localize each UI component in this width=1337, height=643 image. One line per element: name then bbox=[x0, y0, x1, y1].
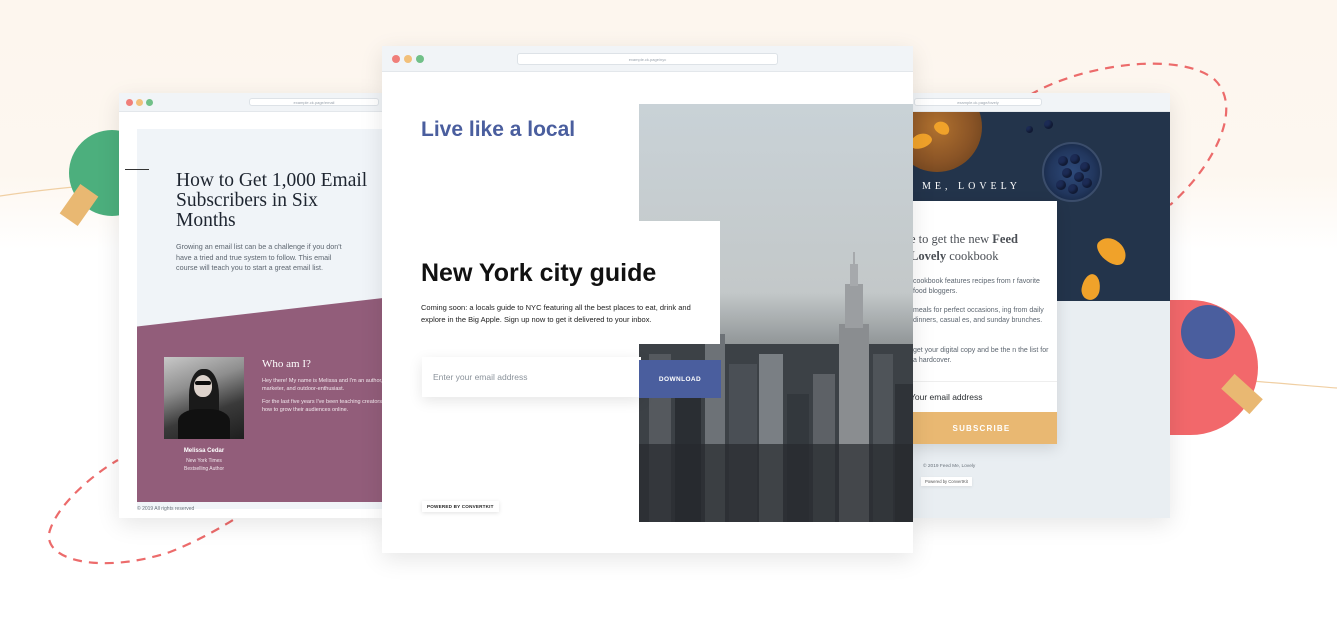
card-paragraph: meals for perfect occasions, ing from da… bbox=[913, 307, 1044, 324]
browser-window-nyc-guide: example.ck.page/nyc Live like a local Ne… bbox=[382, 46, 913, 553]
page-title: New York city guide bbox=[421, 259, 657, 287]
close-dot-icon bbox=[126, 99, 133, 106]
browser-titlebar: example.ck.page/nyc bbox=[382, 46, 913, 72]
email-field[interactable]: Enter your email address bbox=[422, 357, 641, 397]
email-field-placeholder: Your email address bbox=[910, 392, 983, 402]
address-bar[interactable]: example.ck.page/nyc bbox=[517, 53, 778, 65]
subscribe-button[interactable]: SUBSCRIBE bbox=[906, 412, 1057, 444]
address-bar[interactable]: example.ck.page/email bbox=[249, 98, 379, 106]
author-role: New York Times Bestselling Author bbox=[164, 457, 244, 473]
download-button[interactable]: DOWNLOAD bbox=[639, 360, 721, 398]
divider bbox=[125, 169, 149, 170]
orange-slice-image bbox=[1079, 272, 1103, 301]
browser-titlebar: example.ck.page/lovely bbox=[906, 93, 1170, 112]
author-role-line-2: Bestselling Author bbox=[183, 466, 225, 472]
brand-logo: ME, LOVELY bbox=[922, 181, 1021, 192]
maximize-dot-icon bbox=[146, 99, 153, 106]
course-description: Growing an email list can be a challenge… bbox=[176, 242, 342, 272]
browser-titlebar: example.ck.page/email bbox=[119, 93, 383, 112]
email-field-placeholder: Enter your email address bbox=[433, 372, 528, 382]
about-bio: Hey there! My name is Melissa and I'm an… bbox=[262, 377, 383, 414]
blueberry-bowl-image bbox=[1042, 142, 1102, 202]
powered-by-badge[interactable]: Powered by ConvertKit bbox=[921, 477, 972, 486]
orange-slice-image bbox=[1092, 232, 1132, 270]
author-name: Melissa Cedar bbox=[183, 448, 225, 454]
bio-paragraph: Hey there! My name is Melissa and I'm an… bbox=[262, 378, 383, 392]
powered-by-badge[interactable]: POWERED BY CONVERTKIT bbox=[422, 501, 499, 512]
author-role-line-1: New York Times bbox=[186, 458, 222, 464]
bio-paragraph: For the last five years I've been teachi… bbox=[262, 399, 382, 413]
page-description: Coming soon: a locals guide to NYC featu… bbox=[421, 303, 691, 324]
minimize-dot-icon bbox=[404, 55, 412, 63]
signup-card: e to get the new Feed Lovely cookbook coo… bbox=[906, 201, 1057, 444]
browser-window-email-course: example.ck.page/email How to Get 1,000 E… bbox=[119, 93, 383, 518]
card-heading: e to get the new Feed Lovely cookbook bbox=[910, 232, 1018, 263]
maximize-dot-icon bbox=[416, 55, 424, 63]
card-paragraph: get your digital copy and be the n the l… bbox=[913, 347, 1049, 364]
card-paragraph: cookbook features recipes from r favorit… bbox=[913, 278, 1040, 295]
author-photo bbox=[164, 357, 244, 439]
footer-copyright: © 2019 Feed Me, Lovely bbox=[923, 464, 976, 469]
course-title: How to Get 1,000 Email Subscribers in Si… bbox=[176, 170, 368, 231]
about-heading: Who am I? bbox=[262, 358, 311, 370]
footer-copyright: © 2019 All rights reserved bbox=[137, 506, 195, 512]
minimize-dot-icon bbox=[136, 99, 143, 106]
address-bar[interactable]: example.ck.page/lovely bbox=[914, 98, 1042, 106]
blue-circle-decoration bbox=[1181, 305, 1235, 359]
browser-window-cookbook: example.ck.page/lovely ME, LOVELY e to g… bbox=[906, 93, 1170, 518]
close-dot-icon bbox=[392, 55, 400, 63]
email-field[interactable]: Your email address bbox=[906, 381, 1057, 411]
page-tagline: Live like a local bbox=[421, 118, 576, 141]
